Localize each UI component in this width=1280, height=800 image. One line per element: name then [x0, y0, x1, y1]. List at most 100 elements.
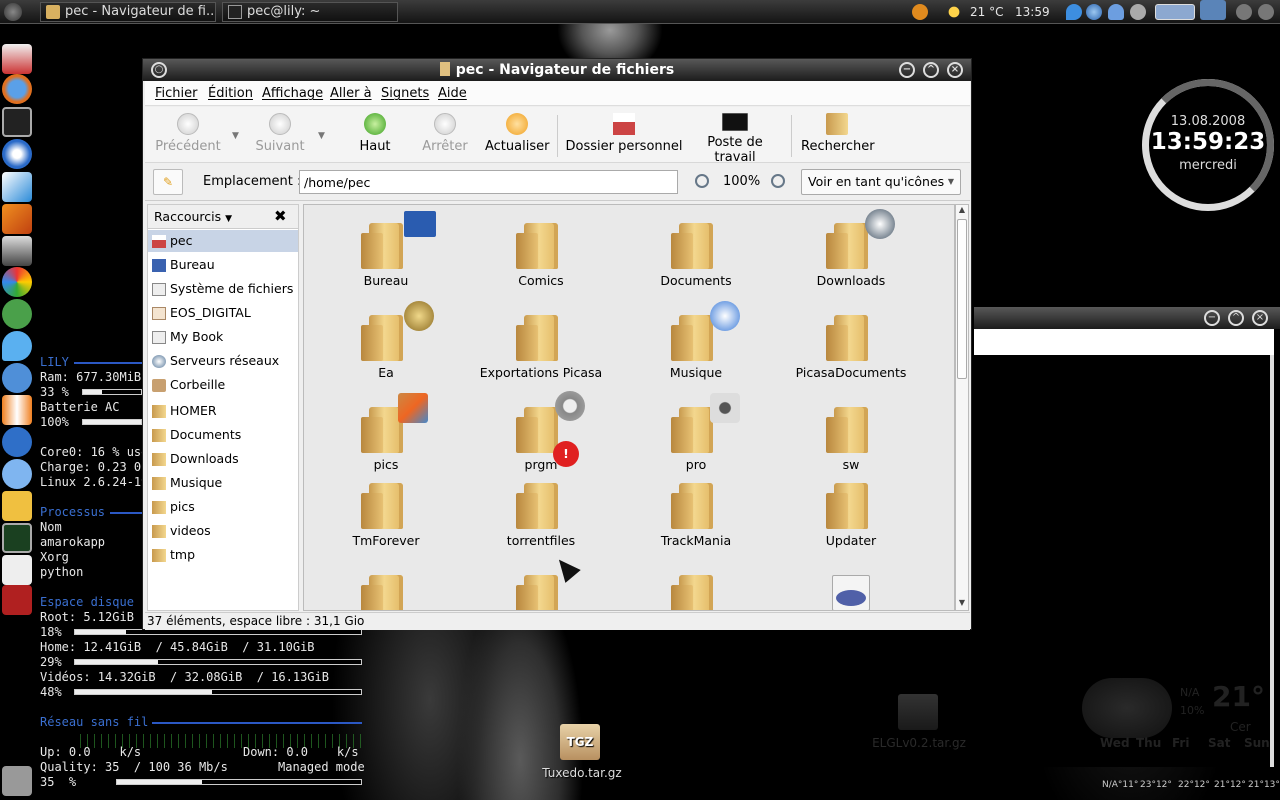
folder-item-picasadocuments[interactable]: PicasaDocuments: [781, 315, 921, 380]
sidebar-item-videos[interactable]: videos: [148, 520, 298, 542]
computer-button[interactable]: Poste de travail: [687, 113, 783, 165]
home-dock-icon[interactable]: [2, 44, 32, 74]
user-icon[interactable]: [1108, 4, 1124, 20]
sidebar-item-my-book[interactable]: My Book: [148, 326, 298, 348]
sidebar-item-tmp[interactable]: tmp: [148, 544, 298, 566]
sidebar-item-trash[interactable]: Corbeille: [148, 374, 298, 396]
search-button[interactable]: Rechercher: [801, 113, 875, 154]
folder-item-ea[interactable]: Ea: [316, 301, 456, 380]
minimize-button[interactable]: −: [1204, 310, 1220, 326]
close-sidebar-icon[interactable]: ✖: [274, 207, 287, 225]
menu-affichage[interactable]: Affichage: [262, 86, 323, 101]
sidebar-item-bureau[interactable]: Bureau: [148, 254, 298, 276]
sun-cloud-icon[interactable]: [946, 4, 962, 20]
sidebar-type-select[interactable]: Raccourcis ▼: [154, 209, 232, 224]
power-icon[interactable]: [1258, 4, 1274, 20]
user-switch-icon[interactable]: [1130, 4, 1146, 20]
water-drop-icon[interactable]: [1066, 4, 1082, 20]
pidgin-dock-icon[interactable]: [2, 491, 32, 521]
menu-edition[interactable]: Édition: [208, 86, 253, 101]
folder-item-sw[interactable]: sw: [781, 407, 921, 472]
folder-item-comics[interactable]: Comics: [471, 223, 611, 288]
folder-item-documents[interactable]: Documents: [626, 223, 766, 288]
window-menu-button[interactable]: ○: [151, 62, 167, 78]
location-input[interactable]: [299, 170, 678, 194]
php-file-item[interactable]: [781, 575, 921, 610]
reload-button[interactable]: Actualiser: [485, 113, 549, 154]
folder-item-pro[interactable]: pro: [626, 393, 766, 472]
sidebar-item-eos-digital[interactable]: EOS_DIGITAL: [148, 302, 298, 324]
file-view[interactable]: Bureau Comics Documents Downloads Ea Exp…: [303, 204, 955, 611]
monitor-dock-icon[interactable]: [2, 523, 32, 553]
sidebar-item-pics[interactable]: pics: [148, 496, 298, 518]
view-mode-select[interactable]: Voir en tant qu'icônes ▼: [801, 169, 961, 195]
menu-aide[interactable]: Aide: [438, 86, 467, 101]
panel-clock[interactable]: 13:59: [1015, 0, 1050, 24]
tools-dock-icon[interactable]: [2, 766, 32, 796]
maximize-button[interactable]: ^: [923, 62, 939, 78]
workspace-switcher-icon[interactable]: [1155, 4, 1195, 20]
main-menu-icon[interactable]: [4, 3, 22, 21]
firefox-dock-icon[interactable]: [2, 74, 32, 104]
forward-button[interactable]: Suivant: [250, 113, 310, 154]
folder-item-pics[interactable]: pics: [316, 393, 456, 472]
menu-signets[interactable]: Signets: [381, 86, 429, 101]
volume-icon[interactable]: [1236, 4, 1252, 20]
drop-dock-icon[interactable]: [2, 331, 32, 361]
close-button[interactable]: ×: [1252, 310, 1268, 326]
thunderbird-dock-icon[interactable]: [2, 427, 32, 457]
zoom-out-icon[interactable]: [695, 174, 709, 188]
window-titlebar[interactable]: ○ pec - Navigateur de fichiers − ^ ×: [143, 59, 971, 81]
picasa-dock-icon[interactable]: [2, 267, 32, 297]
forward-history-dropdown[interactable]: ▼: [318, 131, 325, 141]
folder-item-partial[interactable]: [316, 575, 456, 610]
sidebar-item-network[interactable]: Serveurs réseaux: [148, 350, 298, 372]
mail-dock-icon[interactable]: [2, 363, 32, 393]
back-history-dropdown[interactable]: ▼: [232, 131, 239, 141]
menu-aller[interactable]: Aller à: [330, 86, 372, 101]
notes-dock-icon[interactable]: [2, 555, 32, 585]
terminal-dock-icon[interactable]: [2, 107, 32, 137]
menu-fichier[interactable]: Fichier: [155, 86, 198, 101]
desktop-file-label[interactable]: ELGLv0.2.tar.gz: [864, 736, 974, 750]
feather-dock-icon[interactable]: [2, 172, 32, 202]
up-button[interactable]: Haut: [350, 113, 400, 154]
scroll-up-arrow[interactable]: ▲: [956, 205, 968, 217]
folder-item-partial[interactable]: [471, 575, 611, 610]
folder-item-partial[interactable]: [626, 575, 766, 610]
sidebar-item-musique[interactable]: Musique: [148, 472, 298, 494]
tgz-file-icon[interactable]: [898, 694, 938, 730]
back-button[interactable]: Précédent: [153, 113, 223, 154]
folder-item-downloads[interactable]: Downloads: [781, 209, 921, 288]
minimize-button[interactable]: −: [899, 62, 915, 78]
arrow-dock-icon[interactable]: [2, 204, 32, 234]
weather-temp[interactable]: 21 °C: [970, 0, 1003, 24]
edit-location-toggle[interactable]: ✎: [153, 169, 183, 195]
vertical-scrollbar[interactable]: ▲ ▼: [955, 204, 969, 611]
media-dock-icon[interactable]: [2, 139, 32, 169]
scroll-down-arrow[interactable]: ▼: [956, 598, 968, 610]
home-button[interactable]: Dossier personnel: [565, 113, 683, 154]
sidebar-item-downloads[interactable]: Downloads: [148, 448, 298, 470]
folder-item-updater[interactable]: Updater: [781, 483, 921, 548]
update-icon[interactable]: [912, 4, 928, 20]
folder-item-torrentfiles[interactable]: torrentfiles: [471, 483, 611, 548]
zoom-level[interactable]: 100%: [723, 174, 760, 189]
dictionary-dock-icon[interactable]: [2, 585, 32, 615]
desktop-file-label[interactable]: Tuxedo.tar.gz: [530, 766, 634, 780]
stop-button[interactable]: Arrêter: [415, 113, 475, 154]
butterfly-dock-icon[interactable]: [2, 395, 32, 425]
folder-item-musique[interactable]: Musique: [626, 301, 766, 380]
sidebar-item-homer[interactable]: HOMER: [148, 400, 298, 422]
itunes-dock-icon[interactable]: [2, 459, 32, 489]
folder-item-tmforever[interactable]: TmForever: [316, 483, 456, 548]
zoom-in-icon[interactable]: [771, 174, 785, 188]
network-globe-icon[interactable]: [1086, 4, 1102, 20]
maximize-button[interactable]: ^: [1228, 310, 1244, 326]
close-button[interactable]: ×: [947, 62, 963, 78]
monitor-icon[interactable]: [1200, 0, 1226, 20]
folder-item-exportations-picasa[interactable]: Exportations Picasa: [471, 315, 611, 380]
task-file-manager[interactable]: pec - Navigateur de fi...: [40, 2, 216, 22]
sidebar-item-pec[interactable]: pec: [148, 230, 298, 252]
sidebar-item-filesystem[interactable]: Système de fichiers: [148, 278, 298, 300]
